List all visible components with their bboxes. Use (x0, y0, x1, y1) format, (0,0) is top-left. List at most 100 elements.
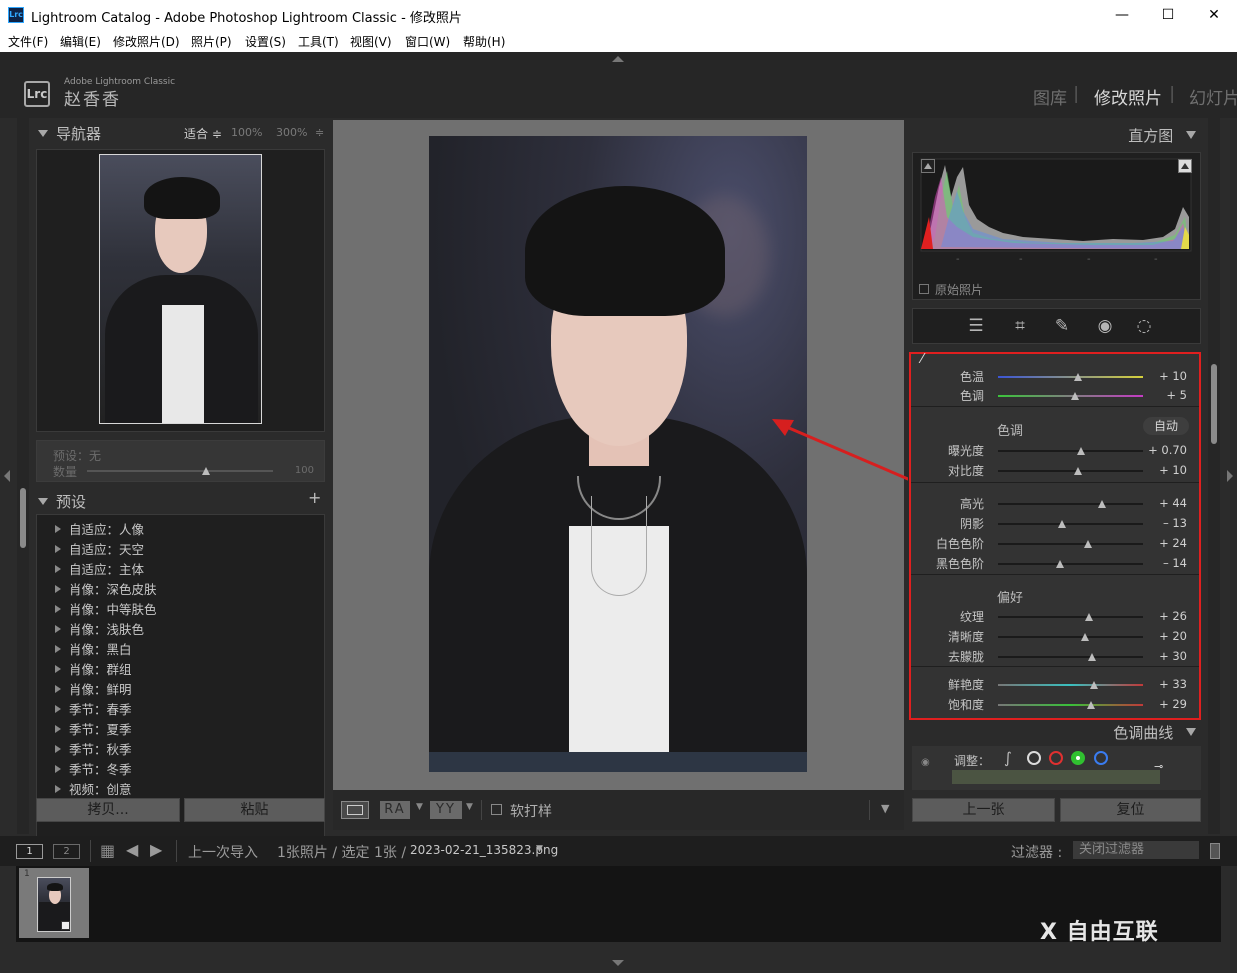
grid-view-icon[interactable]: ▦ (100, 841, 115, 860)
preset-item[interactable]: 肖像：群组 (55, 659, 132, 678)
maximize-button[interactable]: ☐ (1145, 0, 1191, 30)
collapse-top-icon[interactable] (612, 56, 624, 62)
zoom-fit[interactable]: 适合 ≑ (184, 125, 222, 142)
expand-triangle-icon[interactable] (55, 605, 61, 613)
navigator-preview[interactable] (36, 149, 325, 432)
preset-item[interactable]: 肖像：鲜明 (55, 679, 132, 698)
menu-photo[interactable]: 照片(P) (191, 33, 232, 50)
preset-item[interactable]: 季节：冬季 (55, 759, 132, 778)
blue-channel-icon[interactable] (1094, 751, 1108, 765)
right-panel-scrollbar[interactable] (1208, 118, 1220, 834)
minimize-button[interactable]: — (1099, 0, 1145, 30)
slider-track[interactable] (998, 447, 1143, 455)
dropdown-arrow-icon[interactable]: ▼ (536, 844, 543, 854)
slider-track[interactable] (998, 653, 1143, 661)
expand-triangle-icon[interactable] (55, 625, 61, 633)
filter-lock-icon[interactable] (1210, 843, 1220, 859)
slider-value[interactable]: + 5 (1166, 388, 1187, 402)
expand-triangle-icon[interactable] (55, 765, 61, 773)
second-screen-button[interactable]: 2 (53, 844, 80, 859)
collapse-triangle-icon[interactable] (1186, 728, 1196, 736)
slider-value[interactable]: + 10 (1159, 369, 1187, 383)
expand-triangle-icon[interactable] (55, 525, 61, 533)
source-label[interactable]: 上一次导入 (188, 842, 258, 862)
collapse-triangle-icon[interactable] (38, 130, 48, 137)
slider-thumb[interactable] (1086, 701, 1095, 709)
collapse-left-icon[interactable] (4, 470, 10, 482)
slider-thumb[interactable] (1081, 633, 1089, 641)
slider-thumb[interactable] (1073, 467, 1082, 475)
parametric-curve-icon[interactable]: ∫ (1004, 749, 1012, 767)
expand-triangle-icon[interactable] (55, 725, 61, 733)
healing-icon[interactable]: ✎ (1052, 316, 1072, 336)
slider-value[interactable]: – 13 (1163, 516, 1187, 530)
softproof-checkbox[interactable] (491, 804, 502, 815)
scrollbar-thumb[interactable] (20, 488, 26, 548)
slider-track[interactable] (998, 701, 1143, 709)
add-preset-icon[interactable]: + (308, 488, 321, 507)
preset-item[interactable]: 自适应：主体 (55, 559, 144, 578)
collapse-bottom-icon[interactable] (612, 960, 624, 966)
slider-value[interactable]: + 33 (1159, 677, 1187, 691)
dropdown-arrow-icon[interactable]: ▼ (416, 802, 423, 812)
menu-tools[interactable]: 工具(T) (298, 33, 339, 50)
menu-help[interactable]: 帮助(H) (463, 33, 505, 50)
module-library[interactable]: 图库 (1033, 84, 1067, 109)
dropdown-arrow-icon[interactable]: ▼ (466, 802, 473, 812)
slider-track[interactable] (998, 373, 1143, 381)
slider-track[interactable] (998, 560, 1143, 568)
slider-thumb[interactable] (1085, 613, 1094, 621)
slider-thumb[interactable] (1073, 373, 1082, 381)
navigator-header[interactable]: 导航器 (38, 123, 101, 144)
target-adjust-icon[interactable]: ◉ (921, 757, 930, 768)
toolbar-menu-icon[interactable]: ▼ (881, 802, 889, 815)
red-eye-icon[interactable]: ◉ (1095, 316, 1115, 336)
slider-value[interactable]: + 0.70 (1148, 443, 1187, 457)
amount-slider-thumb[interactable] (202, 467, 211, 475)
preset-item[interactable]: 肖像：中等肤色 (55, 599, 157, 618)
shadow-clipping-icon[interactable] (921, 159, 935, 173)
original-photo-checkbox[interactable] (919, 284, 929, 294)
slider-track[interactable] (998, 392, 1143, 400)
slider-thumb[interactable] (1056, 560, 1065, 568)
preset-item[interactable]: 季节：春季 (55, 699, 132, 718)
expand-triangle-icon[interactable] (55, 785, 61, 793)
preset-item[interactable]: 肖像：深色皮肤 (55, 579, 157, 598)
slider-value[interactable]: + 24 (1159, 536, 1187, 550)
red-channel-icon[interactable] (1049, 751, 1063, 765)
wb-eyedropper-icon[interactable]: ⁄ (921, 352, 923, 367)
reset-button[interactable]: 复位 (1060, 798, 1201, 822)
slider-track[interactable] (998, 681, 1143, 689)
expand-triangle-icon[interactable] (55, 705, 61, 713)
forward-arrow-icon[interactable]: ▶ (150, 840, 162, 859)
slider-track[interactable] (998, 540, 1143, 548)
zoom-100[interactable]: 100% (231, 126, 262, 139)
slider-value[interactable]: – 14 (1163, 556, 1187, 570)
slider-thumb[interactable] (1089, 681, 1098, 689)
slider-thumb[interactable] (1088, 653, 1097, 661)
masking-icon[interactable]: ◌ (1134, 316, 1154, 336)
preset-item[interactable]: 自适应：天空 (55, 539, 144, 558)
edit-sliders-icon[interactable]: ☰ (966, 316, 986, 336)
histogram-header[interactable]: 直方图 (1128, 125, 1196, 146)
left-panel-scrollbar[interactable] (17, 118, 29, 834)
slider-thumb[interactable] (1057, 520, 1066, 528)
slider-track[interactable] (998, 613, 1143, 621)
expand-triangle-icon[interactable] (55, 545, 61, 553)
previous-settings-button[interactable]: 上一张 (912, 798, 1055, 822)
preset-item[interactable]: 肖像：浅肤色 (55, 619, 144, 638)
slider-thumb[interactable] (1070, 392, 1079, 400)
slider-track[interactable] (998, 633, 1143, 641)
expand-triangle-icon[interactable] (55, 685, 61, 693)
expand-triangle-icon[interactable] (55, 665, 61, 673)
rgb-channel-icon[interactable] (1027, 751, 1041, 765)
crop-icon[interactable]: ⌗ (1010, 316, 1030, 336)
expand-triangle-icon[interactable] (55, 745, 61, 753)
highlight-clipping-icon[interactable] (1178, 159, 1192, 173)
preset-item[interactable]: 视频：创意 (55, 779, 132, 798)
menu-edit[interactable]: 编辑(E) (60, 33, 101, 50)
expand-triangle-icon[interactable] (55, 585, 61, 593)
zoom-300[interactable]: 300% (276, 126, 307, 139)
tone-curve-header[interactable]: 色调曲线 (1113, 722, 1196, 743)
expand-triangle-icon[interactable] (55, 645, 61, 653)
